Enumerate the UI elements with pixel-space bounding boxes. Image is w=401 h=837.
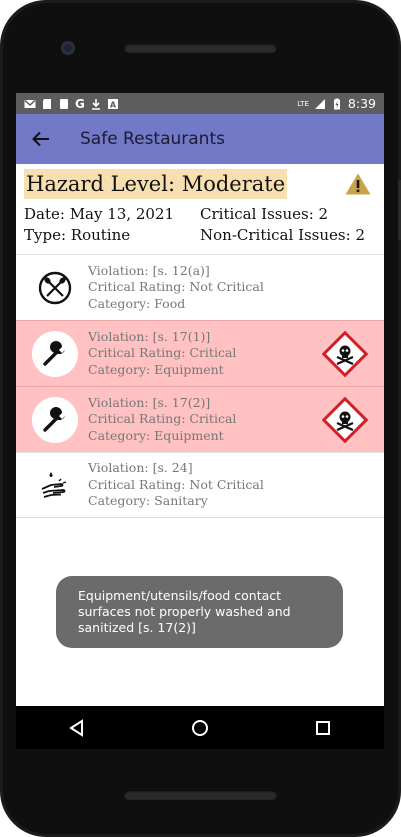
violation-category: Category: Food [88, 295, 186, 311]
svg-text:A: A [110, 100, 117, 109]
violation-details: Violation: [s. 17(1)] Critical Rating: C… [88, 329, 236, 379]
nav-home-button[interactable] [178, 706, 222, 749]
clock: 8:39 [347, 96, 376, 111]
violation-code: Violation: [s. 17(2)] [88, 394, 211, 410]
violation-category: Category: Sanitary [88, 493, 208, 509]
inspection-date: Date: May 13, 2021 [24, 205, 175, 223]
google-icon: G [75, 96, 85, 111]
page-title: Safe Restaurants [80, 129, 225, 149]
toxic-hazard-icon [321, 396, 369, 444]
inspection-summary: Date: May 13, 2021 Critical Issues: 2 Ty… [16, 200, 384, 246]
toast-message: Equipment/utensils/food contact surfaces… [56, 576, 343, 648]
back-button[interactable] [16, 114, 66, 164]
system-nav-bar [16, 706, 384, 749]
violation-code: Violation: [s. 12(a)] [88, 262, 210, 278]
nav-recents-button[interactable] [301, 706, 345, 749]
download-icon [91, 98, 100, 110]
signal-icon [314, 98, 325, 109]
violation-code: Violation: [s. 24] [88, 460, 193, 476]
warning-icon [345, 173, 371, 195]
app-bar: Safe Restaurants [16, 114, 384, 164]
network-type: LTE [297, 99, 309, 108]
violation-category: Category: Equipment [88, 361, 224, 377]
violation-details: Violation: [s. 17(2)] Critical Rating: C… [88, 395, 236, 445]
notification-icons: G A [24, 97, 119, 111]
violation-details: Violation: [s. 12(a)] Critical Rating: N… [88, 263, 264, 313]
violation-list: Violation: [s. 12(a)] Critical Rating: N… [16, 254, 384, 518]
front-camera [61, 41, 75, 55]
violation-item[interactable]: Violation: [s. 17(2)] Critical Rating: C… [16, 386, 384, 452]
hazard-header: Hazard Level: Moderate [16, 164, 384, 200]
triangle-back-icon [69, 718, 84, 737]
violation-item[interactable]: Violation: [s. 17(1)] Critical Rating: C… [16, 320, 384, 386]
bottom-speaker [124, 790, 277, 800]
critical-rating: Critical Rating: Critical [88, 345, 237, 361]
earpiece-speaker [124, 43, 277, 53]
violation-item[interactable]: Violation: [s. 24] Critical Rating: Not … [16, 452, 384, 518]
a-icon: A [107, 98, 118, 109]
sd-card-icon [43, 98, 51, 109]
critical-rating: Critical Rating: Not Critical [88, 279, 264, 295]
violation-category: Category: Equipment [88, 427, 224, 443]
non-critical-issues-count: Non-Critical Issues: 2 [200, 226, 365, 244]
critical-issues-count: Critical Issues: 2 [200, 205, 329, 223]
hand-wash-icon [32, 462, 78, 508]
notes-icon [60, 98, 68, 109]
app-screen: G A LTE 8:39 Safe Restaurants Hazard Lev… [16, 93, 384, 745]
critical-rating: Critical Rating: Not Critical [88, 476, 264, 492]
inspection-type: Type: Routine [24, 226, 131, 244]
gmail-icon [24, 99, 36, 108]
violation-item[interactable]: Violation: [s. 12(a)] Critical Rating: N… [16, 254, 384, 320]
circle-home-icon [191, 719, 208, 736]
violation-details: Violation: [s. 24] Critical Rating: Not … [88, 460, 264, 510]
critical-rating: Critical Rating: Critical [88, 411, 237, 427]
wrench-icon [32, 396, 78, 443]
nav-back-button[interactable] [55, 706, 99, 749]
hazard-level: Hazard Level: Moderate [24, 169, 288, 199]
food-utensils-icon [32, 265, 78, 311]
battery-icon [333, 98, 340, 109]
square-recents-icon [315, 720, 330, 735]
violation-code: Violation: [s. 17(1)] [88, 328, 211, 344]
status-bar: G A LTE 8:39 [16, 93, 384, 114]
toxic-hazard-icon [321, 330, 369, 378]
wrench-icon [32, 330, 78, 377]
arrow-left-icon [32, 131, 49, 147]
system-status: LTE 8:39 [297, 96, 376, 111]
